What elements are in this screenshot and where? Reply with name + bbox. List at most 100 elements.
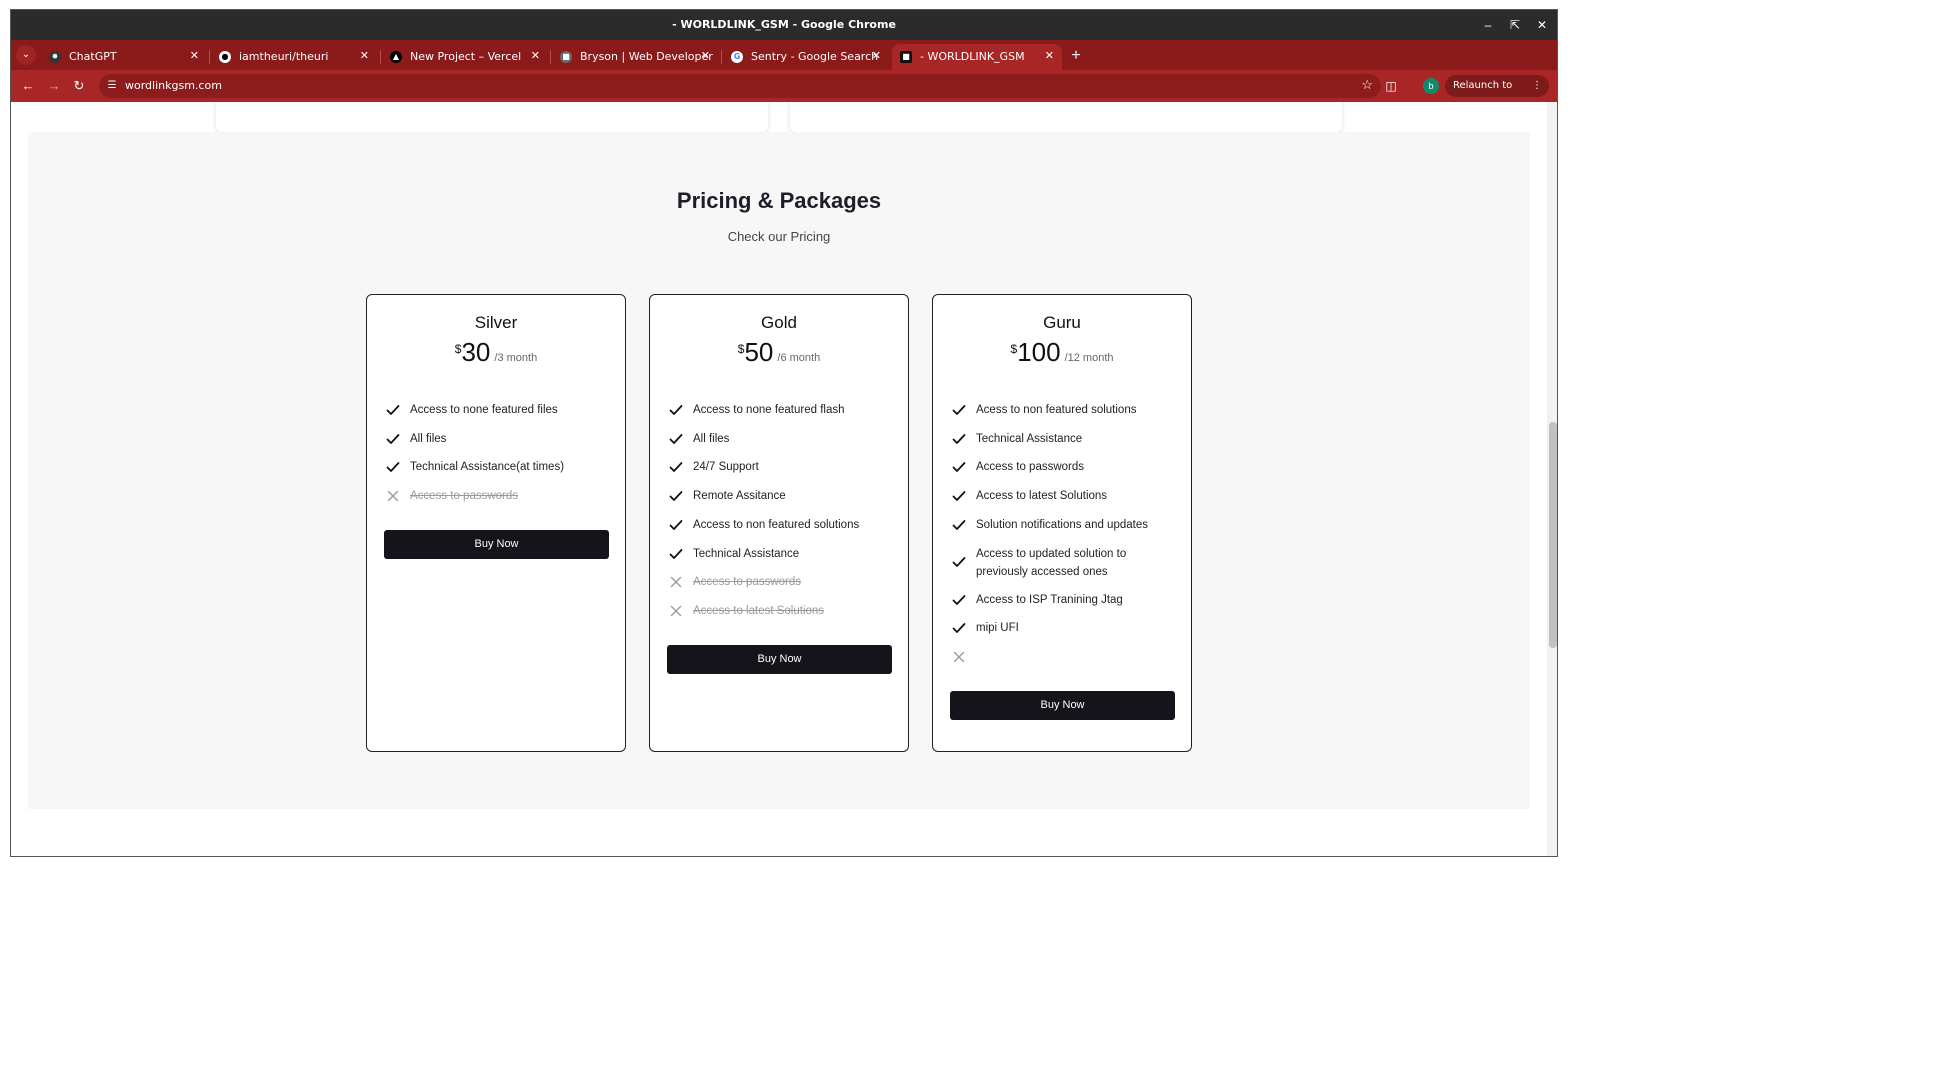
feature-text: Access to ISP Tranining Jtag [976, 593, 1123, 606]
tab-label: Bryson | Web Developer [580, 50, 713, 63]
price-currency: $ [1010, 342, 1018, 356]
buy-now-button[interactable]: Buy Now [667, 644, 892, 674]
buy-now-button[interactable]: Buy Now [384, 529, 609, 559]
feature-text: All files [410, 432, 447, 445]
check-icon [951, 592, 967, 608]
check-icon [385, 402, 401, 418]
scrollbar-thumb[interactable] [1549, 422, 1557, 648]
check-icon [668, 488, 684, 504]
close-tab-icon[interactable]: ✕ [190, 49, 199, 62]
plan-price: $50/6 month [650, 337, 908, 368]
close-tab-icon[interactable]: ✕ [701, 49, 710, 62]
feature-text: mipi UFI [976, 622, 1019, 635]
price-period: /6 month [777, 352, 821, 364]
feature-text: All files [693, 432, 730, 445]
section-title: Pricing & Packages [676, 188, 882, 213]
check-icon [385, 459, 401, 475]
tab-label: iamtheuri/theuri [239, 50, 329, 63]
tab-chatgpt[interactable]: ✸ ChatGPT ✕ [41, 44, 207, 70]
pricing-card-gold: Gold $50/6 month Access to none featured… [649, 294, 909, 752]
cross-icon [668, 574, 684, 590]
address-bar[interactable]: ☰ wordlinkgsm.com ☆ [99, 74, 1381, 98]
page-content: Pricing & Packages Check our Pricing Sil… [11, 102, 1547, 856]
check-icon [951, 459, 967, 475]
check-icon [668, 517, 684, 533]
feature-text: Acess to non featured solutions [976, 404, 1137, 416]
minimize-icon[interactable]: – [1478, 15, 1498, 35]
close-tab-icon[interactable]: ✕ [531, 49, 540, 62]
reload-icon[interactable]: ↻ [70, 77, 88, 95]
tab-label: New Project – Vercel [410, 50, 522, 63]
feature-text: Access to passwords [693, 576, 802, 589]
site-favicon-icon: ■ [560, 51, 572, 63]
browser-toolbar: ← → ↻ ☰ wordlinkgsm.com ☆ ◫ b Relaunch t… [11, 70, 1557, 113]
close-tab-icon[interactable]: ✕ [1045, 49, 1054, 62]
feature-text: Access to latest Solutions [976, 490, 1108, 503]
close-tab-icon[interactable]: ✕ [872, 49, 881, 62]
tab-vercel[interactable]: ▲ New Project – Vercel ✕ [382, 44, 548, 70]
check-icon [385, 431, 401, 447]
plan-price: $100/12 month [933, 337, 1191, 368]
chatgpt-icon: ✸ [49, 51, 61, 63]
extensions-icon[interactable]: ◫ [1382, 77, 1400, 95]
plan-name: Guru [1043, 313, 1081, 332]
pricing-section: Pricing & Packages Check our Pricing Sil… [28, 132, 1530, 809]
check-icon [951, 554, 967, 570]
feature-text: Remote Assitance [693, 490, 786, 503]
plan-price: $30/3 month [367, 337, 625, 368]
feature-text: Technical Assistance [693, 547, 800, 560]
tab-separator [550, 50, 551, 64]
check-icon [951, 488, 967, 504]
close-tab-icon[interactable]: ✕ [360, 49, 369, 62]
site-info-icon[interactable]: ☰ [105, 79, 119, 93]
tab-label: - WORLDLINK_GSM [920, 50, 1025, 63]
check-icon [951, 402, 967, 418]
bookmark-star-icon[interactable]: ☆ [1361, 77, 1373, 93]
check-icon [951, 620, 967, 636]
cross-icon [668, 603, 684, 619]
feature-text: 24/7 Support [693, 461, 759, 474]
tab-separator [209, 50, 210, 64]
pricing-card-guru: Guru $100/12 month Acess to non featured… [932, 294, 1192, 752]
forward-icon[interactable]: → [45, 77, 63, 95]
page-scrollbar[interactable] [1547, 102, 1557, 856]
window-title: - WORLDLINK_GSM - Google Chrome [672, 18, 896, 31]
pricing-card-silver: Silver $30/3 month Access to none featur… [366, 294, 626, 752]
check-icon [668, 402, 684, 418]
maximize-icon[interactable]: ⇱ [1505, 15, 1525, 35]
feature-text: Technical Assistance(at times) [410, 461, 565, 474]
check-icon [951, 517, 967, 533]
feature-text: Access to non featured solutions [693, 518, 860, 531]
price-period: /12 month [1064, 352, 1114, 364]
tab-worldlink-active[interactable]: ■ - WORLDLINK_GSM ✕ [892, 44, 1062, 70]
check-icon [951, 431, 967, 447]
tab-label: ChatGPT [69, 50, 117, 63]
tab-search-icon[interactable]: ⌄ [16, 45, 36, 65]
back-icon[interactable]: ← [19, 77, 37, 95]
github-icon: ● [219, 51, 231, 63]
tab-github[interactable]: ● iamtheuri/theuri ✕ [211, 44, 377, 70]
feature-text: Access to passwords [976, 461, 1085, 474]
title-bar: - WORLDLINK_GSM - Google Chrome – ⇱ ✕ [11, 10, 1557, 40]
tab-sentry-search[interactable]: G Sentry - Google Search ✕ [723, 44, 889, 70]
tab-bryson[interactable]: ■ Bryson | Web Developer ✕ [552, 44, 718, 70]
feature-text: Solution notifications and updates [976, 518, 1148, 531]
menu-dots-icon[interactable]: ⋮ [1532, 75, 1542, 97]
new-tab-icon[interactable]: + [1066, 46, 1086, 66]
price-currency: $ [454, 342, 462, 356]
price-amount: 100 [1017, 337, 1061, 367]
relaunch-button[interactable]: Relaunch to update ⋮ [1445, 75, 1549, 113]
avatar[interactable]: b [1423, 78, 1439, 94]
worldlink-favicon-icon: ■ [900, 51, 912, 63]
close-window-icon[interactable]: ✕ [1532, 15, 1552, 35]
price-period: /3 month [494, 352, 538, 364]
check-icon [668, 431, 684, 447]
feature-text: Access to updated solution to previously… [976, 547, 1127, 578]
google-icon: G [731, 51, 743, 63]
tab-strip: ⌄ ✸ ChatGPT ✕ ● iamtheuri/theuri ✕ ▲ New… [11, 40, 1557, 70]
buy-now-button[interactable]: Buy Now [950, 690, 1175, 720]
tab-separator [721, 50, 722, 64]
check-icon [668, 546, 684, 562]
previous-section-card [790, 102, 1342, 132]
previous-section-card [216, 102, 768, 132]
